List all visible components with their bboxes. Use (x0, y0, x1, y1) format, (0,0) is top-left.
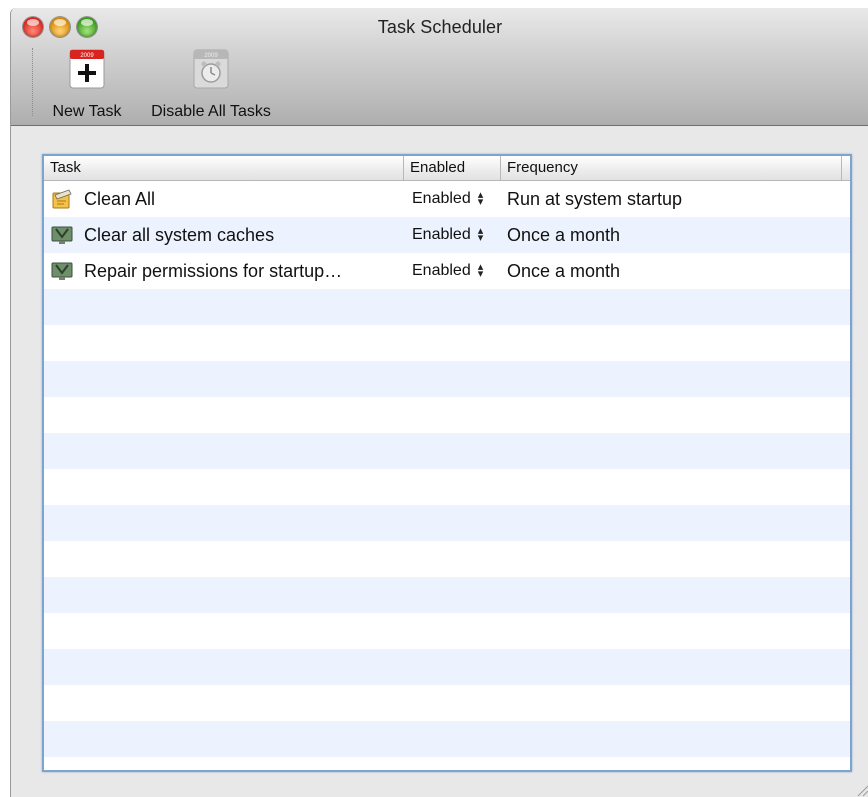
calendar-add-icon: 2009 (69, 49, 105, 89)
new-task-button[interactable]: 2009 New Task (47, 48, 127, 121)
empty-row (44, 397, 850, 433)
enabled-value: Enabled (412, 262, 471, 279)
empty-row (44, 757, 850, 770)
enabled-value: Enabled (412, 226, 471, 243)
task-name: Clean All (84, 188, 156, 209)
system-cleanup-icon (51, 226, 73, 244)
empty-row (44, 649, 850, 685)
calendar-year-text: 2009 (80, 53, 94, 59)
resize-grip-icon[interactable] (855, 783, 868, 797)
table-row[interactable]: Repair permissions for startup… Enabled … (44, 253, 850, 289)
task-scheduler-window: Task Scheduler 2009 New Task 2009 Disabl… (10, 8, 868, 797)
column-header-frequency[interactable]: Frequency (501, 156, 842, 180)
popup-arrows-icon: ▴ ▾ (477, 225, 484, 244)
task-name: Clear all system caches (84, 224, 275, 245)
table-row[interactable]: Clean All Enabled ▴ ▾ Run at system start… (44, 181, 850, 217)
calendar-clock-disabled-icon: 2009 (193, 49, 229, 89)
enabled-popup[interactable]: Enabled ▴ ▾ (404, 190, 501, 208)
task-cell: Clean All (44, 187, 404, 211)
empty-row (44, 613, 850, 649)
disable-all-tasks-label: Disable All Tasks (151, 103, 271, 120)
empty-row (44, 469, 850, 505)
disable-all-tasks-button[interactable]: 2009 Disable All Tasks (139, 48, 283, 121)
empty-row (44, 433, 850, 469)
table-body: Clean All Enabled ▴ ▾ Run at system start… (44, 181, 850, 770)
task-cell: Clear all system caches (44, 223, 404, 247)
titlebar-toolbar: Task Scheduler 2009 New Task 2009 Disabl… (11, 8, 868, 126)
frequency-value: Once a month (507, 260, 621, 281)
enabled-popup[interactable]: Enabled ▴ ▾ (404, 226, 501, 244)
empty-row (44, 505, 850, 541)
task-cell: Repair permissions for startup… (44, 259, 404, 283)
toolbar-separator (32, 48, 33, 116)
column-header-enabled[interactable]: Enabled (404, 156, 501, 180)
task-table[interactable]: Task Enabled Frequency Clean All Enabled (42, 154, 852, 772)
table-row[interactable]: Clear all system caches Enabled ▴ ▾ Once … (44, 217, 850, 253)
empty-row (44, 577, 850, 613)
table-header: Task Enabled Frequency (44, 156, 850, 181)
empty-row (44, 325, 850, 361)
column-header-task[interactable]: Task (44, 156, 404, 180)
empty-row (44, 361, 850, 397)
system-cleanup-icon (51, 262, 73, 280)
empty-row (44, 289, 850, 325)
frequency-value: Once a month (507, 224, 621, 245)
frequency-value: Run at system startup (507, 188, 683, 209)
empty-row (44, 685, 850, 721)
enabled-popup[interactable]: Enabled ▴ ▾ (404, 262, 501, 280)
popup-arrows-icon: ▴ ▾ (477, 189, 484, 208)
broom-clean-icon (52, 189, 72, 209)
new-task-label: New Task (52, 103, 122, 120)
enabled-value: Enabled (412, 190, 471, 207)
popup-arrows-icon: ▴ ▾ (477, 261, 484, 280)
empty-row (44, 541, 850, 577)
calendar-year-text: 2009 (204, 53, 218, 59)
task-name: Repair permissions for startup… (84, 260, 343, 281)
window-title: Task Scheduler (377, 17, 503, 37)
empty-row (44, 721, 850, 757)
